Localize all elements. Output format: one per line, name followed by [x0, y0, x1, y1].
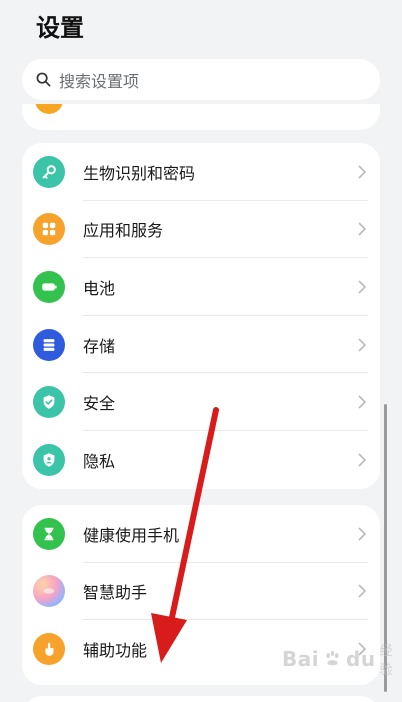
- settings-item-storage[interactable]: 存储: [22, 316, 380, 374]
- settings-group-security: 生物识别和密码 应用和服务 电池 存储 安全 隐私: [22, 143, 380, 489]
- settings-item-digital-balance[interactable]: 健康使用手机: [22, 505, 380, 563]
- settings-item-label: 存储: [83, 336, 116, 356]
- settings-item-label: 安全: [83, 394, 116, 414]
- settings-item-battery[interactable]: 电池: [22, 258, 380, 316]
- hourglass-icon: [33, 517, 65, 550]
- next-settings-card: [22, 696, 380, 702]
- settings-item-label: 应用和服务: [83, 221, 164, 241]
- apps-grid-icon: [33, 213, 65, 246]
- settings-item-label: 辅助功能: [83, 640, 148, 660]
- settings-item-biometrics[interactable]: 生物识别和密码: [22, 143, 380, 201]
- settings-item-security[interactable]: 安全: [22, 373, 380, 431]
- chevron-right-icon: [358, 527, 366, 541]
- battery-icon: [33, 270, 65, 303]
- shield-check-icon: [33, 386, 65, 419]
- settings-item-label: 电池: [83, 278, 116, 298]
- storage-icon: [33, 328, 65, 361]
- chevron-right-icon: [358, 395, 366, 409]
- settings-item-label: 健康使用手机: [83, 525, 180, 545]
- search-icon: [36, 72, 51, 87]
- settings-screen: 设置 搜索设置项 生物识别和密码 应用和服务 电池 存储 安全 隐私 健康使用手…: [0, 0, 402, 702]
- watermark-brand-suffix: du: [346, 647, 376, 671]
- settings-item-label: 隐私: [83, 451, 116, 471]
- key-icon: [33, 155, 65, 188]
- page-title: 设置: [36, 14, 84, 42]
- chevron-right-icon: [358, 584, 366, 598]
- baidu-watermark: Bai du 经验: [282, 640, 402, 678]
- watermark-sub: 经验: [379, 644, 393, 678]
- search-input[interactable]: 搜索设置项: [22, 59, 380, 100]
- chevron-right-icon: [358, 165, 366, 179]
- paw-icon: [326, 650, 339, 666]
- settings-item-apps-services[interactable]: 应用和服务: [22, 201, 380, 259]
- chevron-right-icon: [358, 222, 366, 236]
- settings-item-smart-assistant[interactable]: 智慧助手: [22, 563, 380, 621]
- settings-item-label: 智慧助手: [83, 583, 148, 603]
- search-placeholder: 搜索设置项: [59, 71, 140, 91]
- privacy-icon: [33, 443, 65, 476]
- watermark-brand: Bai: [282, 647, 320, 671]
- chevron-right-icon: [358, 338, 366, 352]
- settings-item-icon-partial: [35, 104, 63, 114]
- settings-item-privacy[interactable]: 隐私: [22, 431, 380, 489]
- chevron-right-icon: [358, 453, 366, 467]
- chevron-right-icon: [358, 280, 366, 294]
- settings-item-label: 生物识别和密码: [83, 163, 196, 183]
- hand-icon: [33, 632, 65, 665]
- previous-settings-card: [22, 104, 380, 130]
- assistant-icon: [33, 575, 65, 608]
